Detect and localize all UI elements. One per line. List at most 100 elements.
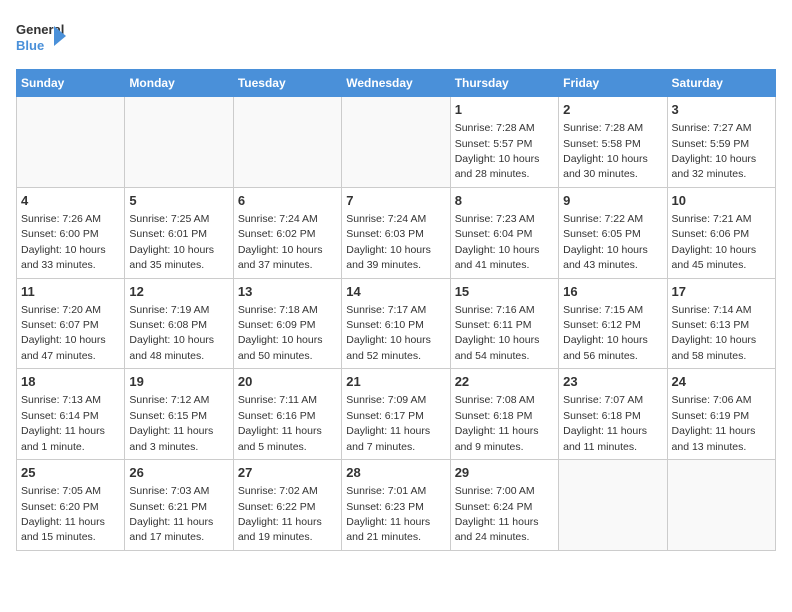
day-header-wednesday: Wednesday — [342, 70, 450, 97]
day-number: 28 — [346, 464, 445, 482]
day-header-monday: Monday — [125, 70, 233, 97]
day-number: 27 — [238, 464, 337, 482]
day-cell-23: 23Sunrise: 7:07 AM Sunset: 6:18 PM Dayli… — [559, 369, 667, 460]
day-cell-17: 17 Sunrise: 7:14 AM Sunset: 6:13 PM Dayli… — [667, 278, 775, 369]
day-cell-29: 29 Sunrise: 7:00 AM Sunset: 6:24 PM Dayli… — [450, 460, 558, 551]
day-number: 29 — [455, 464, 554, 482]
empty-cell — [233, 97, 341, 188]
day-info: Sunrise: 7:23 AM Sunset: 6:04 PM Dayligh… — [455, 213, 540, 271]
day-number: 5 — [129, 192, 228, 210]
day-cell-15: 15 Sunrise: 7:16 AM Sunset: 6:11 PM Dayli… — [450, 278, 558, 369]
week-row-2: 4 Sunrise: 7:26 AM Sunset: 6:00 PM Daylig… — [17, 187, 776, 278]
empty-cell — [559, 460, 667, 551]
day-cell-22: 22 Sunrise: 7:08 AM Sunset: 6:18 PM Dayli… — [450, 369, 558, 460]
day-cell-10: 10 Sunrise: 7:21 AM Sunset: 6:06 PM Dayli… — [667, 187, 775, 278]
day-info: Sunrise: 7:28 AM Sunset: 5:57 PM Dayligh… — [455, 122, 540, 180]
day-info: Sunrise: 7:02 AM Sunset: 6:22 PM Dayligh… — [238, 485, 322, 543]
week-row-4: 18 Sunrise: 7:13 AM Sunset: 6:14 PM Dayli… — [17, 369, 776, 460]
day-info: Sunrise: 7:17 AM Sunset: 6:10 PM Dayligh… — [346, 304, 431, 362]
day-info: Sunrise: 7:00 AM Sunset: 6:24 PM Dayligh… — [455, 485, 539, 543]
day-number: 6 — [238, 192, 337, 210]
week-row-5: 25 Sunrise: 7:05 AM Sunset: 6:20 PM Dayli… — [17, 460, 776, 551]
day-info: Sunrise: 7:11 AM Sunset: 6:16 PM Dayligh… — [238, 394, 322, 452]
day-info: Sunrise: 7:16 AM Sunset: 6:11 PM Dayligh… — [455, 304, 540, 362]
day-cell-18: 18 Sunrise: 7:13 AM Sunset: 6:14 PM Dayli… — [17, 369, 125, 460]
day-cell-2: 2 Sunrise: 7:28 AM Sunset: 5:58 PM Daylig… — [559, 97, 667, 188]
empty-cell — [17, 97, 125, 188]
day-info: Sunrise: 7:14 AM Sunset: 6:13 PM Dayligh… — [672, 304, 757, 362]
day-info: Sunrise: 7:07 AM Sunset: 6:18 PM Dayligh… — [563, 394, 647, 452]
day-number: 17 — [672, 283, 771, 301]
day-number: 12 — [129, 283, 228, 301]
empty-cell — [667, 460, 775, 551]
day-cell-3: 3 Sunrise: 7:27 AM Sunset: 5:59 PM Daylig… — [667, 97, 775, 188]
day-cell-21: 21 Sunrise: 7:09 AM Sunset: 6:17 PM Dayli… — [342, 369, 450, 460]
day-info: Sunrise: 7:06 AM Sunset: 6:19 PM Dayligh… — [672, 394, 756, 452]
day-info: Sunrise: 7:03 AM Sunset: 6:21 PM Dayligh… — [129, 485, 213, 543]
day-info: Sunrise: 7:20 AM Sunset: 6:07 PM Dayligh… — [21, 304, 106, 362]
day-number: 20 — [238, 373, 337, 391]
day-number: 1 — [455, 101, 554, 119]
day-number: 9 — [563, 192, 662, 210]
day-header-sunday: Sunday — [17, 70, 125, 97]
day-cell-8: 8 Sunrise: 7:23 AM Sunset: 6:04 PM Daylig… — [450, 187, 558, 278]
day-info: Sunrise: 7:24 AM Sunset: 6:03 PM Dayligh… — [346, 213, 431, 271]
day-cell-4: 4 Sunrise: 7:26 AM Sunset: 6:00 PM Daylig… — [17, 187, 125, 278]
day-cell-11: 11Sunrise: 7:20 AM Sunset: 6:07 PM Dayli… — [17, 278, 125, 369]
empty-cell — [125, 97, 233, 188]
day-cell-19: 19 Sunrise: 7:12 AM Sunset: 6:15 PM Dayli… — [125, 369, 233, 460]
day-info: Sunrise: 7:27 AM Sunset: 5:59 PM Dayligh… — [672, 122, 757, 180]
day-cell-13: 13Sunrise: 7:18 AM Sunset: 6:09 PM Dayli… — [233, 278, 341, 369]
day-number: 10 — [672, 192, 771, 210]
day-number: 21 — [346, 373, 445, 391]
day-header-friday: Friday — [559, 70, 667, 97]
day-cell-14: 14 Sunrise: 7:17 AM Sunset: 6:10 PM Dayli… — [342, 278, 450, 369]
day-cell-9: 9 Sunrise: 7:22 AM Sunset: 6:05 PM Daylig… — [559, 187, 667, 278]
empty-cell — [342, 97, 450, 188]
day-number: 2 — [563, 101, 662, 119]
day-number: 19 — [129, 373, 228, 391]
day-cell-1: 1 Sunrise: 7:28 AM Sunset: 5:57 PM Daylig… — [450, 97, 558, 188]
day-info: Sunrise: 7:18 AM Sunset: 6:09 PM Dayligh… — [238, 304, 323, 362]
logo: General Blue — [16, 16, 66, 61]
day-number: 25 — [21, 464, 120, 482]
day-cell-24: 24 Sunrise: 7:06 AM Sunset: 6:19 PM Dayli… — [667, 369, 775, 460]
day-info: Sunrise: 7:01 AM Sunset: 6:23 PM Dayligh… — [346, 485, 430, 543]
day-info: Sunrise: 7:28 AM Sunset: 5:58 PM Dayligh… — [563, 122, 648, 180]
day-info: Sunrise: 7:05 AM Sunset: 6:20 PM Dayligh… — [21, 485, 105, 543]
svg-text:Blue: Blue — [16, 38, 44, 53]
day-cell-16: 16Sunrise: 7:15 AM Sunset: 6:12 PM Dayli… — [559, 278, 667, 369]
day-number: 15 — [455, 283, 554, 301]
day-header-tuesday: Tuesday — [233, 70, 341, 97]
day-cell-28: 28 Sunrise: 7:01 AM Sunset: 6:23 PM Dayli… — [342, 460, 450, 551]
day-cell-26: 26 Sunrise: 7:03 AM Sunset: 6:21 PM Dayli… — [125, 460, 233, 551]
day-cell-20: 20 Sunrise: 7:11 AM Sunset: 6:16 PM Dayli… — [233, 369, 341, 460]
day-info: Sunrise: 7:24 AM Sunset: 6:02 PM Dayligh… — [238, 213, 323, 271]
day-number: 26 — [129, 464, 228, 482]
day-number: 16 — [563, 283, 662, 301]
logo-icon: General Blue — [16, 16, 66, 61]
week-row-1: 1 Sunrise: 7:28 AM Sunset: 5:57 PM Daylig… — [17, 97, 776, 188]
day-number: 8 — [455, 192, 554, 210]
day-info: Sunrise: 7:26 AM Sunset: 6:00 PM Dayligh… — [21, 213, 106, 271]
day-info: Sunrise: 7:08 AM Sunset: 6:18 PM Dayligh… — [455, 394, 539, 452]
day-cell-6: 6 Sunrise: 7:24 AM Sunset: 6:02 PM Daylig… — [233, 187, 341, 278]
day-info: Sunrise: 7:22 AM Sunset: 6:05 PM Dayligh… — [563, 213, 648, 271]
day-info: Sunrise: 7:09 AM Sunset: 6:17 PM Dayligh… — [346, 394, 430, 452]
header: General Blue — [16, 16, 776, 61]
day-info: Sunrise: 7:21 AM Sunset: 6:06 PM Dayligh… — [672, 213, 757, 271]
day-cell-7: 7Sunrise: 7:24 AM Sunset: 6:03 PM Daylig… — [342, 187, 450, 278]
day-number: 24 — [672, 373, 771, 391]
day-info: Sunrise: 7:13 AM Sunset: 6:14 PM Dayligh… — [21, 394, 105, 452]
day-number: 3 — [672, 101, 771, 119]
day-number: 18 — [21, 373, 120, 391]
day-number: 4 — [21, 192, 120, 210]
days-header-row: SundayMondayTuesdayWednesdayThursdayFrid… — [17, 70, 776, 97]
day-info: Sunrise: 7:12 AM Sunset: 6:15 PM Dayligh… — [129, 394, 213, 452]
day-info: Sunrise: 7:19 AM Sunset: 6:08 PM Dayligh… — [129, 304, 214, 362]
day-number: 22 — [455, 373, 554, 391]
day-info: Sunrise: 7:25 AM Sunset: 6:01 PM Dayligh… — [129, 213, 214, 271]
day-number: 14 — [346, 283, 445, 301]
day-cell-25: 25 Sunrise: 7:05 AM Sunset: 6:20 PM Dayli… — [17, 460, 125, 551]
day-header-thursday: Thursday — [450, 70, 558, 97]
